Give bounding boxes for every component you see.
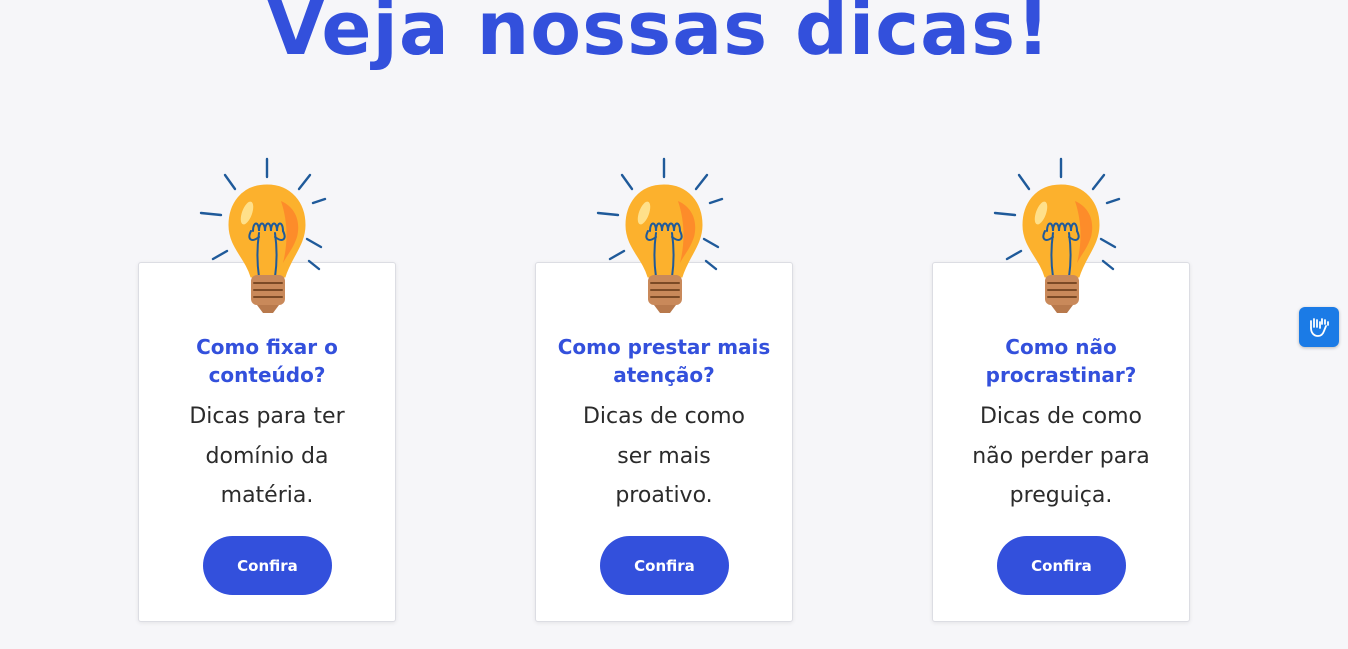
card-title: Como fixar o conteúdo? xyxy=(196,335,338,387)
page-title: Veja nossas dicas! xyxy=(267,0,1051,72)
card-description: Dicas de como ser mais proativo. xyxy=(582,404,746,508)
lightbulb-icon xyxy=(596,157,724,313)
tip-card-nao-procrastinar: Como não procrastinar? Dicas de como não… xyxy=(932,157,1190,622)
lightbulb-icon xyxy=(199,157,327,313)
card-description: Dicas de como não perder para preguiça. xyxy=(972,404,1150,508)
confira-button[interactable]: Confira xyxy=(600,536,729,595)
card-title: Como não procrastinar? xyxy=(985,335,1137,387)
confira-button[interactable]: Confira xyxy=(203,536,332,595)
sign-language-hands-icon xyxy=(1310,318,1329,337)
tip-card-prestar-atencao: Como prestar mais atenção? Dicas de como… xyxy=(535,157,793,622)
confira-button[interactable]: Confira xyxy=(997,536,1126,595)
lightbulb-icon xyxy=(993,157,1121,313)
accessibility-button[interactable] xyxy=(1299,307,1339,347)
card-title: Como prestar mais atenção? xyxy=(557,335,771,387)
tip-card-fixar-conteudo: Como fixar o conteúdo? Dicas para ter do… xyxy=(138,157,396,622)
page: Veja nossas dicas! Como fixar o conteúdo… xyxy=(0,0,1348,649)
card-description: Dicas para ter domínio da matéria. xyxy=(189,404,345,508)
